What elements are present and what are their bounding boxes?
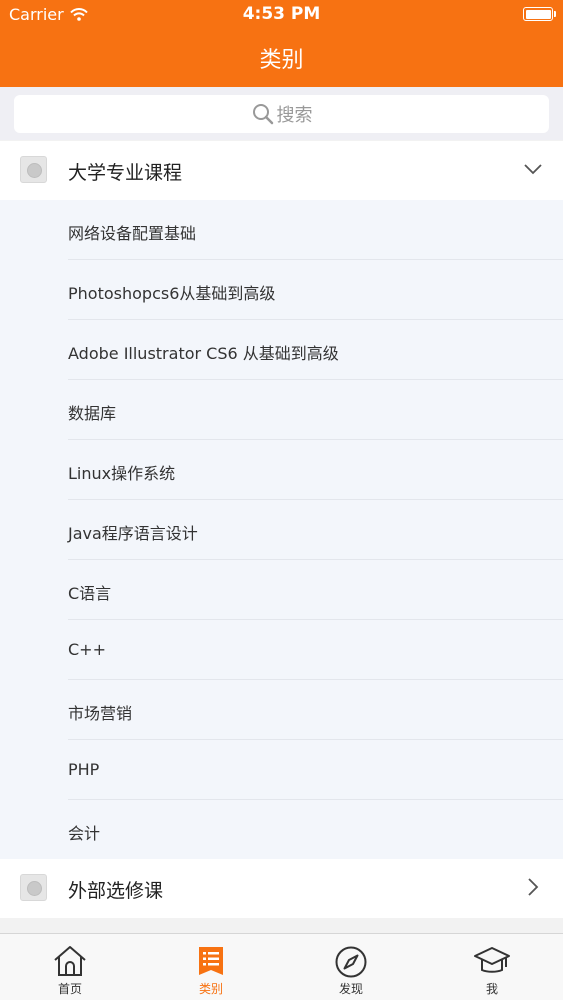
list-item[interactable]: Photoshopcs6从基础到高级	[0, 260, 563, 320]
tab-home[interactable]: 首页	[0, 934, 140, 1000]
list-item[interactable]: 市场营销	[0, 680, 563, 740]
list-item-label: Photoshopcs6从基础到高级	[68, 284, 276, 303]
list-item[interactable]: Java程序语言设计	[0, 500, 563, 560]
list-item-label: 数据库	[68, 404, 117, 423]
list-item-label: Java程序语言设计	[68, 524, 198, 543]
tab-discover[interactable]: 发现	[281, 934, 421, 1000]
category-group-university[interactable]: 大学专业课程	[0, 141, 563, 200]
list-item-label: Adobe Illustrator CS6 从基础到高级	[68, 344, 339, 363]
list-item[interactable]: C++	[0, 620, 563, 680]
tab-label: 我	[485, 982, 498, 996]
home-icon	[54, 946, 86, 976]
category-group-label: 外部选修课	[68, 880, 164, 902]
list-item-label: C语言	[68, 584, 112, 603]
page-title: 类别	[259, 48, 304, 73]
chevron-down-icon	[524, 164, 542, 175]
search-input[interactable]: 搜索	[14, 95, 549, 133]
list-item-label: 会计	[68, 824, 101, 843]
list-item-label: 市场营销	[68, 704, 133, 723]
list-item[interactable]: C语言	[0, 560, 563, 620]
category-group-external[interactable]: 外部选修课	[0, 859, 563, 918]
category-thumbnail-icon	[20, 156, 47, 183]
subcategory-list: 网络设备配置基础 Photoshopcs6从基础到高级 Adobe Illust…	[0, 200, 563, 859]
search-bar: 搜索	[0, 87, 563, 140]
list-item[interactable]: Adobe Illustrator CS6 从基础到高级	[0, 320, 563, 380]
tab-label: 首页	[57, 982, 82, 996]
graduation-cap-icon	[474, 947, 510, 973]
battery-icon	[523, 7, 556, 21]
list-icon	[199, 947, 223, 975]
list-item[interactable]: 网络设备配置基础	[0, 200, 563, 260]
list-item[interactable]: 会计	[0, 800, 563, 860]
category-group-label: 大学专业课程	[68, 162, 183, 184]
list-item[interactable]: PHP	[0, 740, 563, 800]
list-item-label: 网络设备配置基础	[68, 224, 197, 243]
category-thumbnail-icon	[20, 874, 47, 901]
list-item-label: C++	[68, 640, 106, 659]
list-item[interactable]: Linux操作系统	[0, 440, 563, 500]
tab-label: 发现	[338, 982, 363, 996]
nav-bar: Carrier 4:53 PM 类别	[0, 0, 563, 87]
list-item-label: PHP	[68, 760, 100, 779]
tab-category[interactable]: 类别	[141, 934, 281, 1000]
tab-label: 类别	[198, 982, 223, 996]
list-item[interactable]: 数据库	[0, 380, 563, 440]
status-time: 4:53 PM	[242, 4, 321, 24]
search-placeholder: 搜索	[276, 105, 313, 126]
tab-me[interactable]: 我	[422, 934, 562, 1000]
compass-icon	[335, 946, 367, 978]
tab-bar: 首页 类别 发现 我	[0, 933, 563, 1000]
chevron-right-icon	[528, 878, 539, 896]
status-bar: Carrier 4:53 PM	[0, 0, 563, 30]
search-icon	[252, 104, 273, 125]
list-item-label: Linux操作系统	[68, 464, 176, 483]
